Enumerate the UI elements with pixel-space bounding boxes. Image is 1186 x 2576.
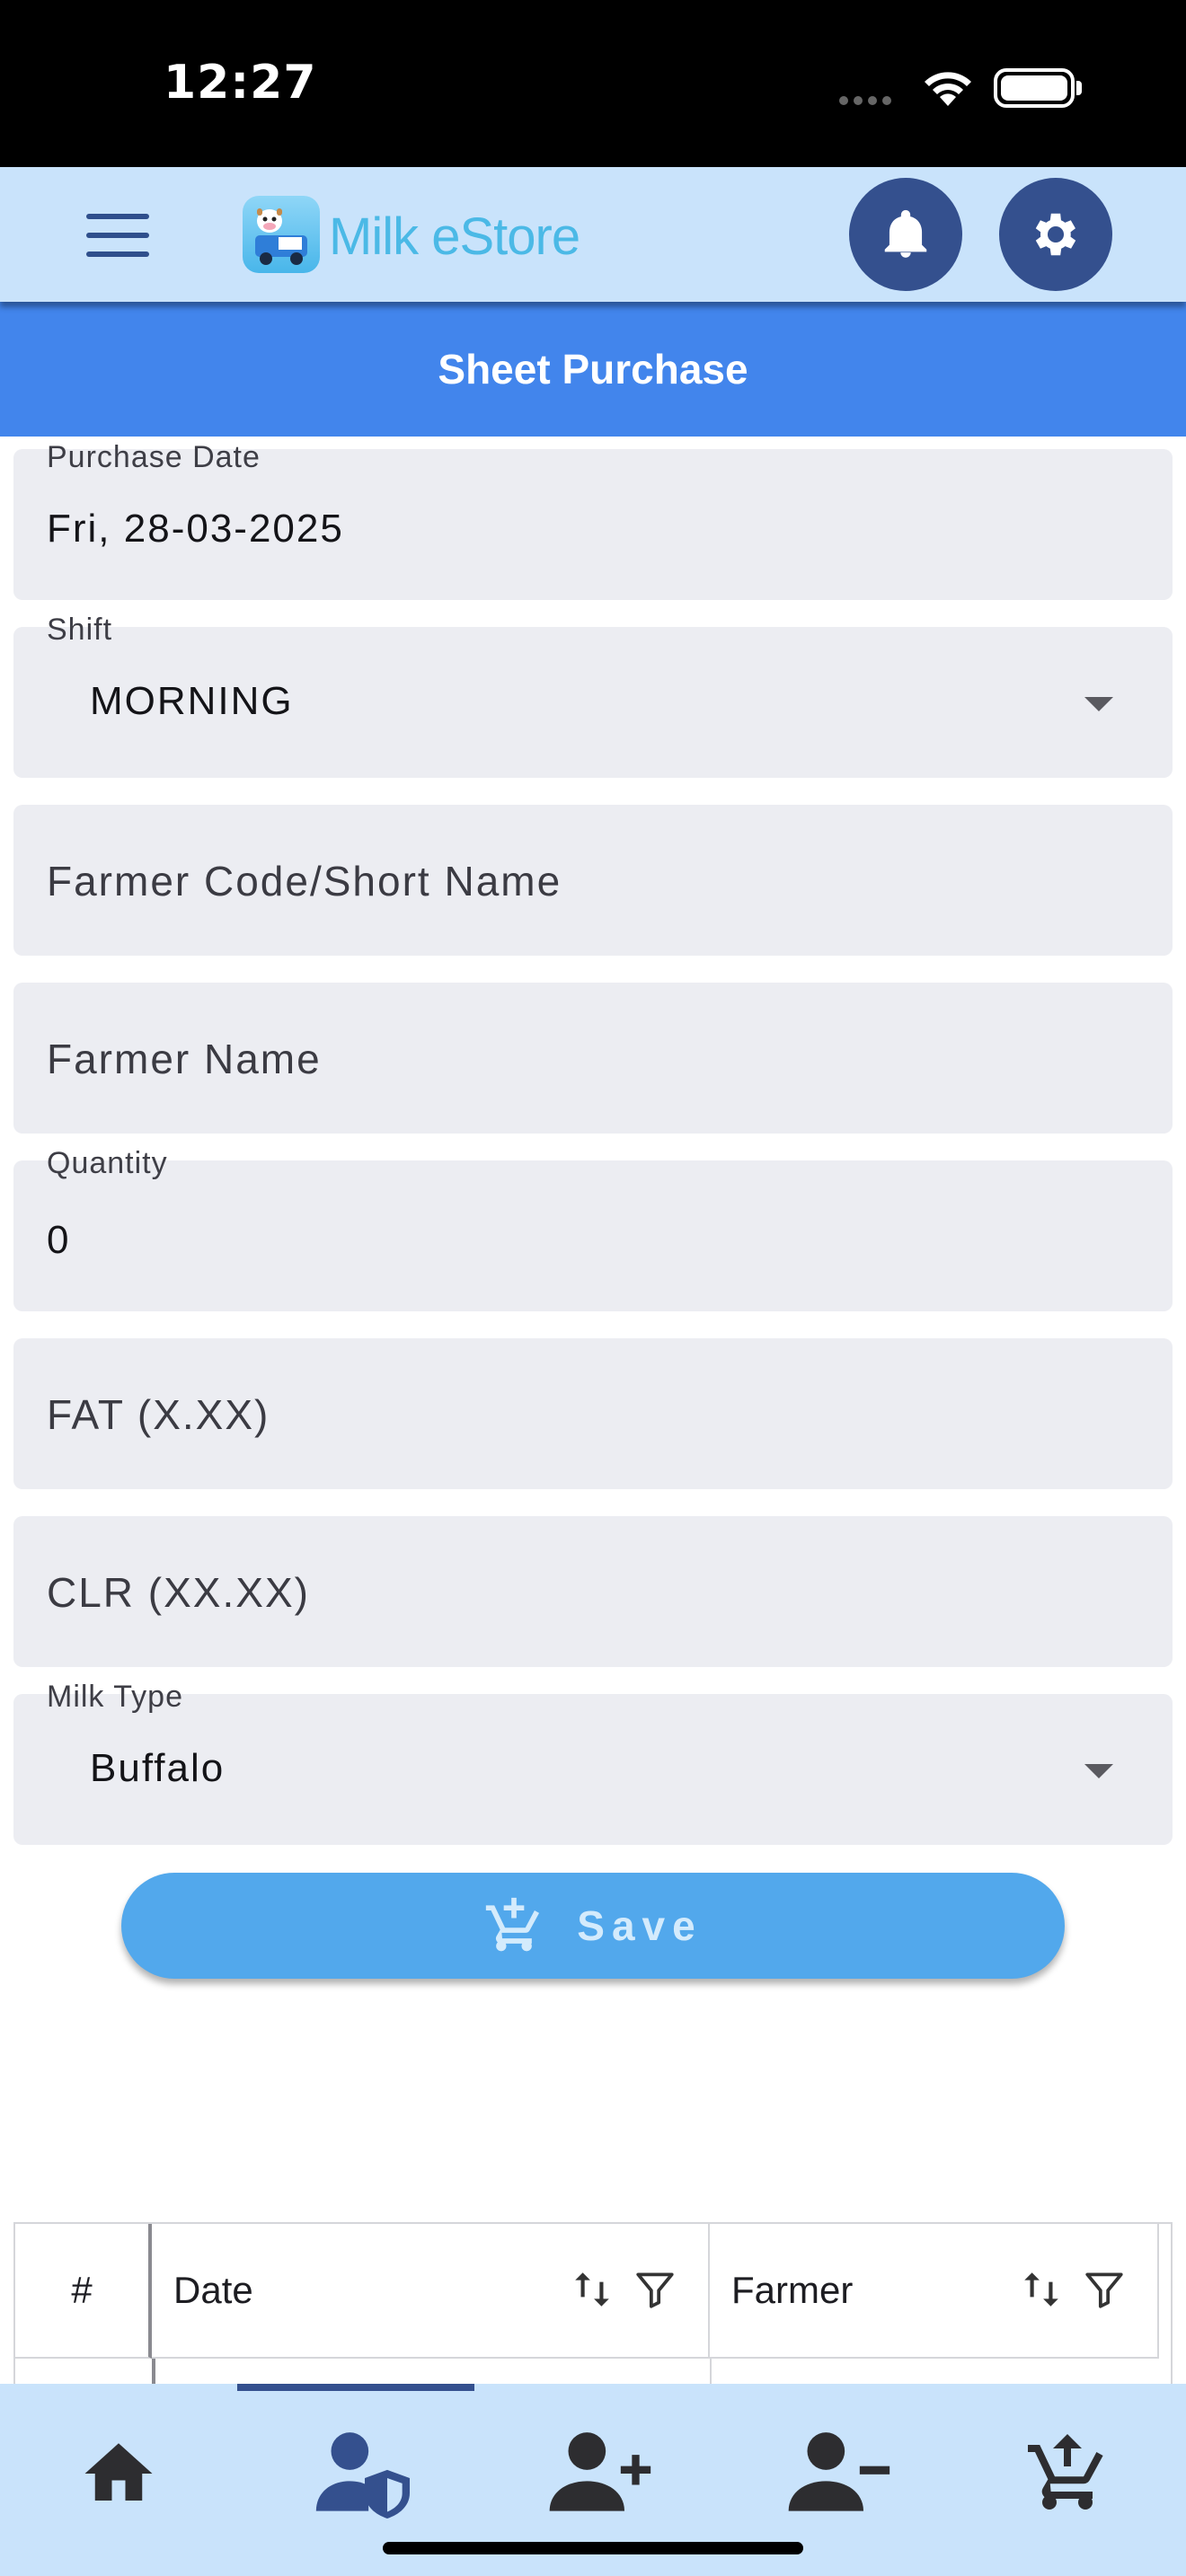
notification-button[interactable] bbox=[849, 178, 962, 291]
settings-button[interactable] bbox=[999, 178, 1112, 291]
nav-sales[interactable] bbox=[1005, 2420, 1130, 2527]
nav-farmers[interactable] bbox=[302, 2420, 428, 2527]
app-header: Milk eStore bbox=[0, 167, 1186, 302]
clr-placeholder: CLR (XX.XX) bbox=[47, 1569, 310, 1616]
status-time: 12:27 bbox=[164, 56, 317, 110]
farmer-shield-icon bbox=[315, 2432, 410, 2519]
nav-remove-farmer[interactable] bbox=[778, 2420, 904, 2527]
chevron-down-icon bbox=[1084, 1764, 1113, 1778]
bell-icon bbox=[884, 209, 927, 258]
quantity-label: Quantity bbox=[47, 1146, 168, 1180]
quantity-field[interactable]: Quantity 0 bbox=[13, 1146, 1173, 1311]
sort-icon[interactable] bbox=[1019, 2267, 1064, 2312]
shift-select[interactable]: Shift MORNING bbox=[13, 613, 1173, 778]
gear-icon bbox=[1035, 213, 1076, 256]
farmer-name-placeholder: Farmer Name bbox=[47, 1036, 322, 1082]
clr-field[interactable]: CLR (XX.XX) bbox=[13, 1516, 1173, 1667]
battery-icon bbox=[994, 68, 1075, 108]
farmer-code-placeholder: Farmer Code/Short Name bbox=[47, 858, 562, 904]
save-label: Save bbox=[577, 1902, 703, 1949]
cart-upload-icon bbox=[1028, 2434, 1103, 2510]
remove-user-icon bbox=[788, 2432, 890, 2511]
column-header-date[interactable]: Date bbox=[152, 2224, 710, 2359]
farmer-name-field[interactable]: Farmer Name bbox=[13, 983, 1173, 1134]
sort-icon[interactable] bbox=[570, 2267, 615, 2312]
milk-type-value: Buffalo bbox=[90, 1746, 226, 1790]
purchase-date-value: Fri, 28-03-2025 bbox=[47, 507, 344, 551]
nav-home[interactable] bbox=[56, 2420, 181, 2527]
add-cart-icon bbox=[486, 1897, 540, 1952]
nav-add-farmer[interactable] bbox=[539, 2420, 665, 2527]
filter-icon[interactable] bbox=[633, 2267, 677, 2312]
milk-type-select[interactable]: Milk Type Buffalo bbox=[13, 1680, 1173, 1845]
chevron-down-icon bbox=[1084, 697, 1113, 711]
purchase-date-label: Purchase Date bbox=[47, 440, 261, 474]
status-bar: 12:27 bbox=[0, 0, 1186, 167]
fat-placeholder: FAT (X.XX) bbox=[47, 1391, 270, 1438]
wifi-icon bbox=[925, 72, 971, 106]
purchase-table: # Date Farmer bbox=[13, 2222, 1173, 2386]
column-header-number: # bbox=[15, 2224, 152, 2359]
app-name: Milk eStore bbox=[329, 207, 580, 266]
page-title: Sheet Purchase bbox=[0, 302, 1186, 437]
save-button[interactable]: Save bbox=[121, 1873, 1065, 1979]
active-tab-indicator bbox=[237, 2384, 474, 2391]
farmer-code-field[interactable]: Farmer Code/Short Name bbox=[13, 805, 1173, 956]
shift-value: MORNING bbox=[90, 679, 294, 723]
milk-type-label: Milk Type bbox=[47, 1680, 183, 1714]
add-user-icon bbox=[549, 2432, 651, 2511]
home-icon bbox=[84, 2443, 153, 2501]
column-header-farmer[interactable]: Farmer bbox=[710, 2224, 1159, 2359]
filter-icon[interactable] bbox=[1082, 2267, 1127, 2312]
hamburger-menu-icon[interactable] bbox=[86, 214, 149, 257]
signal-icon bbox=[839, 93, 897, 110]
home-indicator bbox=[383, 2542, 803, 2554]
purchase-date-field[interactable]: Purchase Date Fri, 28-03-2025 bbox=[13, 440, 1173, 600]
fat-field[interactable]: FAT (X.XX) bbox=[13, 1338, 1173, 1489]
quantity-value: 0 bbox=[47, 1218, 71, 1262]
shift-label: Shift bbox=[47, 613, 113, 647]
app-logo bbox=[243, 196, 320, 273]
